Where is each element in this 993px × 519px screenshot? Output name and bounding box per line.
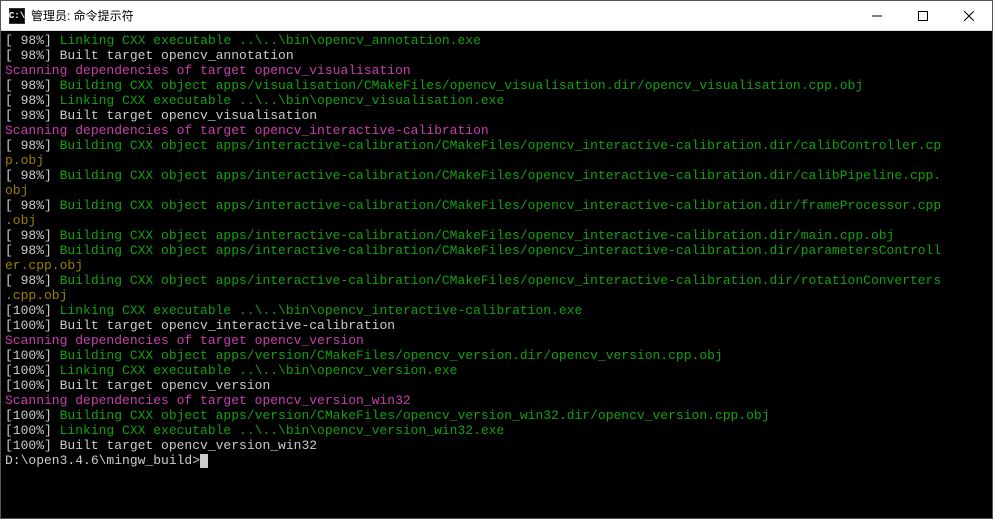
terminal-line: obj [5, 183, 992, 198]
terminal-text: [ 98%] [5, 243, 60, 258]
terminal-line: .obj [5, 213, 992, 228]
terminal-line: [ 98%] Building CXX object apps/interact… [5, 243, 992, 258]
terminal-line: [ 98%] Linking CXX executable ..\..\bin\… [5, 93, 992, 108]
maximize-icon [918, 11, 928, 21]
terminal-text: Scanning dependencies of target opencv_v… [5, 333, 364, 348]
terminal-text: 98% [13, 33, 44, 48]
terminal-line: [ 98%] Built target opencv_annotation [5, 48, 992, 63]
terminal-line: [100%] Built target opencv_version [5, 378, 992, 393]
terminal-text: Building CXX object apps/interactive-cal… [60, 273, 942, 288]
terminal-text: [ 98%] [5, 93, 60, 108]
terminal-text: [100%] Built target opencv_version [5, 378, 270, 393]
cmd-icon: C:\ [9, 8, 25, 24]
terminal-line: Scanning dependencies of target opencv_v… [5, 333, 992, 348]
terminal-text: Scanning dependencies of target opencv_v… [5, 393, 411, 408]
terminal-text: Building CXX object apps/version/CMakeFi… [60, 348, 723, 363]
terminal-line: [ 98%] Building CXX object apps/interact… [5, 228, 992, 243]
maximize-button[interactable] [900, 1, 946, 30]
terminal-text: [ 98%] [5, 138, 60, 153]
window-title: 管理员: 命令提示符 [31, 7, 134, 24]
cursor [200, 454, 208, 468]
terminal-text: obj [5, 183, 28, 198]
close-button[interactable] [946, 1, 992, 30]
terminal-text: [100%] Built target opencv_interactive-c… [5, 318, 395, 333]
terminal-text: Building CXX object apps/interactive-cal… [60, 138, 942, 153]
terminal-line: Scanning dependencies of target opencv_i… [5, 123, 992, 138]
terminal-line: [ 98%] Building CXX object apps/interact… [5, 138, 992, 153]
terminal-line: Scanning dependencies of target opencv_v… [5, 63, 992, 78]
minimize-button[interactable] [854, 1, 900, 30]
close-icon [964, 11, 974, 21]
terminal-text: Building CXX object apps/version/CMakeFi… [60, 408, 770, 423]
terminal-text: [ 98%] [5, 198, 60, 213]
terminal-line: [100%] Building CXX object apps/version/… [5, 348, 992, 363]
terminal-text: Scanning dependencies of target opencv_i… [5, 123, 489, 138]
terminal-text: Linking CXX executable ..\..\bin\opencv_… [60, 363, 458, 378]
terminal-line: [ 98%] Building CXX object apps/visualis… [5, 78, 992, 93]
terminal-line: [100%] Building CXX object apps/version/… [5, 408, 992, 423]
terminal-text: Scanning dependencies of target opencv_v… [5, 63, 411, 78]
terminal-line: er.cpp.obj [5, 258, 992, 273]
terminal-line: Scanning dependencies of target opencv_v… [5, 393, 992, 408]
terminal-text: Building CXX object apps/interactive-cal… [60, 243, 942, 258]
terminal-text: Linking CXX executable ..\..\bin\opencv_… [60, 33, 481, 48]
terminal-text: [100%] [5, 423, 60, 438]
terminal-text: Building CXX object apps/visualisation/C… [60, 78, 864, 93]
terminal-text: er.cpp.obj [5, 258, 83, 273]
terminal-text: .obj [5, 213, 36, 228]
terminal-line: [100%] Linking CXX executable ..\..\bin\… [5, 303, 992, 318]
terminal-text: Linking CXX executable ..\..\bin\opencv_… [60, 423, 505, 438]
terminal-text: p.obj [5, 153, 44, 168]
titlebar[interactable]: C:\ 管理员: 命令提示符 [1, 1, 992, 31]
terminal-line: [100%] Linking CXX executable ..\..\bin\… [5, 423, 992, 438]
terminal-text: .cpp.obj [5, 288, 67, 303]
terminal-text: [ 98%] [5, 273, 60, 288]
terminal-line: .cpp.obj [5, 288, 992, 303]
terminal-line: [ 98%] Built target opencv_visualisation [5, 108, 992, 123]
terminal-line: [ 98%] Building CXX object apps/interact… [5, 273, 992, 288]
terminal-text: [ 98%] [5, 78, 60, 93]
terminal-text: Building CXX object apps/interactive-cal… [60, 228, 895, 243]
prompt-line[interactable]: D:\open3.4.6\mingw_build> [5, 453, 992, 468]
terminal-text: Linking CXX executable ..\..\bin\opencv_… [60, 303, 583, 318]
terminal-line: [100%] Linking CXX executable ..\..\bin\… [5, 363, 992, 378]
titlebar-left: C:\ 管理员: 命令提示符 [1, 7, 134, 24]
titlebar-buttons [854, 1, 992, 30]
command-prompt-window: C:\ 管理员: 命令提示符 [ 98%] Linking CXX execut… [0, 0, 993, 519]
terminal-text: [100%] Built target opencv_version_win32 [5, 438, 317, 453]
terminal-text: Linking CXX executable ..\..\bin\opencv_… [60, 93, 505, 108]
terminal-line: [ 98%] Building CXX object apps/interact… [5, 198, 992, 213]
terminal-text: [ 98%] [5, 168, 60, 183]
terminal-line: [100%] Built target opencv_version_win32 [5, 438, 992, 453]
terminal-text: ] [44, 33, 60, 48]
terminal-output[interactable]: [ 98%] Linking CXX executable ..\..\bin\… [1, 31, 992, 518]
terminal-line: p.obj [5, 153, 992, 168]
terminal-text: [ 98%] Built target opencv_annotation [5, 48, 294, 63]
terminal-text: Building CXX object apps/interactive-cal… [60, 168, 942, 183]
terminal-text: [100%] [5, 408, 60, 423]
prompt-path: D:\open3.4.6\mingw_build> [5, 453, 200, 468]
terminal-text: [100%] [5, 348, 60, 363]
terminal-text: [ 98%] [5, 228, 60, 243]
terminal-text: [ [5, 33, 13, 48]
terminal-text: [100%] [5, 303, 60, 318]
terminal-text: [ 98%] Built target opencv_visualisation [5, 108, 317, 123]
terminal-text: [100%] [5, 363, 60, 378]
terminal-line: [ 98%] Building CXX object apps/interact… [5, 168, 992, 183]
terminal-text: Building CXX object apps/interactive-cal… [60, 198, 942, 213]
terminal-line: [100%] Built target opencv_interactive-c… [5, 318, 992, 333]
terminal-line: [ 98%] Linking CXX executable ..\..\bin\… [5, 33, 992, 48]
minimize-icon [872, 11, 882, 21]
